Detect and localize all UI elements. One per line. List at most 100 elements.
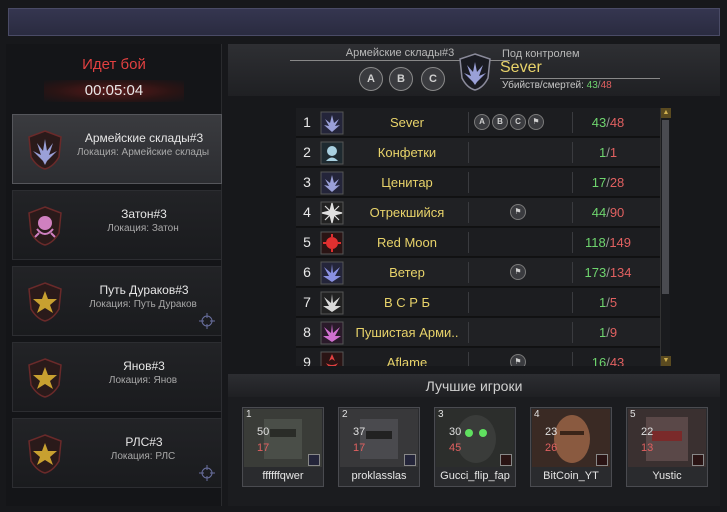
player-name: Gucci_flip_fap (440, 470, 510, 482)
clan-row[interactable]: 6 Ветер ⚑ 173/134 (296, 258, 660, 287)
rank: 2 (303, 144, 311, 160)
location-name: Армейские склады#3 (84, 131, 204, 145)
controlling-clan-emblem-icon (459, 53, 491, 91)
clan-row[interactable]: 8 Пушистая Арми.. 1/9 (296, 318, 660, 347)
clan-name: В С Р Б (383, 295, 431, 310)
player-card[interactable]: 1 50 17 ffffffqwer (242, 407, 324, 487)
rank: 9 (303, 354, 311, 366)
clan-icon (320, 111, 344, 135)
clan-name: Aflame (386, 355, 428, 366)
clan-name: Ветер (389, 265, 425, 280)
player-rank: 1 (246, 409, 252, 420)
rank: 8 (303, 324, 311, 340)
location-subtitle: Локация: Янов (108, 375, 178, 386)
player-name: Yustic (652, 470, 682, 482)
clan-standings-table: 1 Sever A B C ⚑ 43/48 2 Конфетки 1/1 3 Ц… (296, 108, 660, 366)
clan-score: 1/1 (598, 145, 618, 160)
rank: 1 (303, 114, 311, 130)
clan-row[interactable]: 7 В С Р Б 1/5 (296, 288, 660, 317)
clan-row[interactable]: 1 Sever A B C ⚑ 43/48 (296, 108, 660, 137)
locations-panel: Идет бой 00:05:04 Армейские склады#3 Лок… (6, 44, 222, 506)
flag-icon: ⚑ (510, 354, 526, 366)
best-players-title: Лучшие игроки (228, 375, 720, 397)
clan-score: 44/90 (591, 205, 625, 220)
player-kills: 23 (545, 426, 558, 438)
clan-row[interactable]: 4 Отрекшийся ⚑ 44/90 (296, 198, 660, 227)
clan-name: Ценитар (381, 175, 433, 190)
control-header: Армейские склады#3 A B C Под контролем S… (228, 44, 720, 96)
location-subtitle: Локация: РЛС (110, 451, 176, 462)
location-item-army-warehouses[interactable]: Армейские склады#3 Локация: Армейские ск… (12, 114, 222, 184)
clan-icon (320, 231, 344, 255)
crosshair-icon (199, 465, 215, 481)
player-kills: 30 (449, 426, 462, 438)
battle-status-label: Идет бой (82, 56, 146, 73)
player-card[interactable]: 4 23 26 BitCoin_YT (530, 407, 612, 487)
location-item-fools-path[interactable]: Путь Дураков#3 Локация: Путь Дураков (12, 266, 222, 336)
location-name: РЛС#3 (125, 435, 163, 449)
location-subtitle: Локация: Армейские склады (76, 147, 210, 158)
clan-badge-icon (500, 454, 512, 466)
clan-score: 118/149 (584, 235, 632, 250)
clan-badge-icon (308, 454, 320, 466)
player-rank: 4 (534, 409, 540, 420)
scroll-down-icon[interactable]: ▼ (661, 356, 671, 366)
capture-point-a-icon: A (359, 67, 383, 91)
rank: 3 (303, 174, 311, 190)
battle-details-panel: Армейские склады#3 A B C Под контролем S… (228, 44, 720, 506)
clan-emblem-icon (28, 358, 62, 398)
battle-status: Идет бой 00:05:04 (6, 44, 222, 108)
point-c-icon: C (510, 114, 526, 130)
player-deaths: 17 (257, 442, 270, 454)
clan-name: Red Moon (377, 235, 437, 250)
player-kills: 37 (353, 426, 366, 438)
kills-value: 43 (586, 80, 598, 91)
location-subtitle: Локация: Путь Дураков (89, 299, 197, 310)
scroll-thumb[interactable] (662, 120, 669, 294)
scroll-up-icon[interactable]: ▲ (661, 108, 671, 118)
clan-score: 173/134 (584, 265, 632, 280)
player-kills: 22 (641, 426, 654, 438)
clan-row[interactable]: 3 Ценитар 17/28 (296, 168, 660, 197)
rank: 6 (303, 264, 311, 280)
clan-name: Отрекшийся (369, 205, 445, 220)
clan-score: 16/43 (591, 355, 625, 366)
location-item-yanov[interactable]: Янов#3 Локация: Янов (12, 342, 222, 412)
player-name: BitCoin_YT (543, 470, 599, 482)
player-card[interactable]: 3 30 45 Gucci_flip_fap (434, 407, 516, 487)
window-title-bar (8, 8, 720, 36)
player-name: ffffffqwer (262, 470, 304, 482)
player-kills: 50 (257, 426, 270, 438)
clan-emblem-icon (28, 206, 62, 246)
clan-badge-icon (596, 454, 608, 466)
clan-score: 1/9 (598, 325, 618, 340)
clan-row[interactable]: 5 Red Moon 118/149 (296, 228, 660, 257)
kill-death-label: Убийств/смертей: (502, 80, 584, 91)
player-name: proklasslas (351, 470, 407, 482)
location-item-zaton[interactable]: Затон#3 Локация: Затон (12, 190, 222, 260)
battle-timer: 00:05:04 (44, 80, 184, 102)
location-item-rls[interactable]: РЛС#3 Локация: РЛС (12, 418, 222, 488)
clan-icon (320, 291, 344, 315)
clan-row[interactable]: 2 Конфетки 1/1 (296, 138, 660, 167)
clan-name: Пушистая Арми.. (355, 325, 459, 340)
clan-emblem-icon (28, 130, 62, 170)
clan-icon (320, 321, 344, 345)
player-deaths: 17 (353, 442, 366, 454)
player-rank: 3 (438, 409, 444, 420)
point-a-icon: A (474, 114, 490, 130)
clan-row[interactable]: 9 Aflame ⚑ 16/43 (296, 348, 660, 366)
clan-emblem-icon (28, 434, 62, 474)
player-deaths: 45 (449, 442, 462, 454)
flag-icon: ⚑ (528, 114, 544, 130)
clan-icon (320, 261, 344, 285)
clan-score: 17/28 (591, 175, 625, 190)
clan-icon (320, 171, 344, 195)
clan-badge-icon (404, 454, 416, 466)
clan-emblem-icon (28, 282, 62, 322)
clan-icon (320, 351, 344, 366)
player-card[interactable]: 5 22 13 Yustic (626, 407, 708, 487)
clan-badge-icon (692, 454, 704, 466)
player-card[interactable]: 2 37 17 proklasslas (338, 407, 420, 487)
table-scrollbar[interactable]: ▲ ▼ (660, 108, 671, 366)
